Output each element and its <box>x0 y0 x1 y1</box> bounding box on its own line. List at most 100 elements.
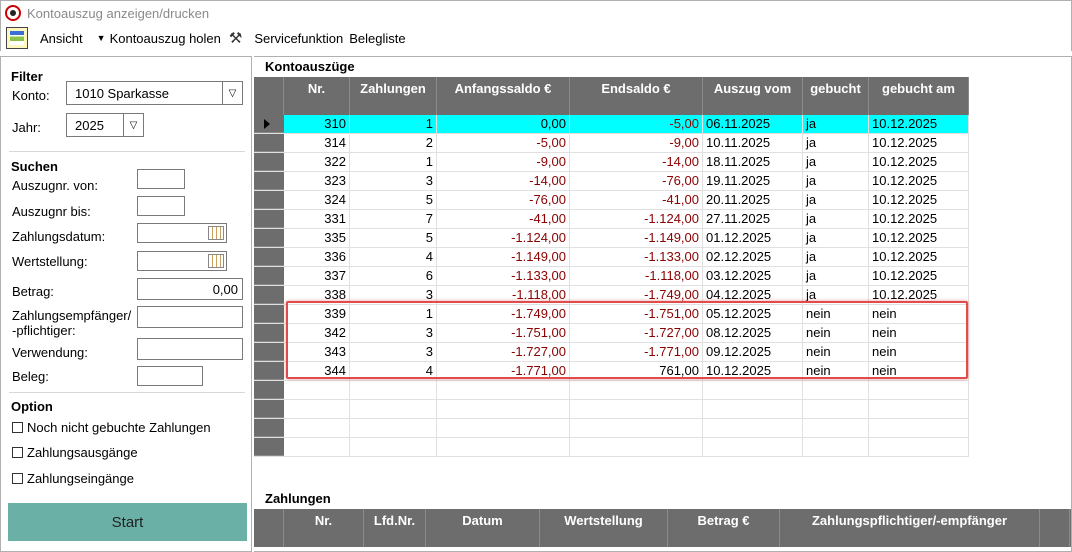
row-indicator[interactable] <box>254 419 284 437</box>
col-zahlungen[interactable]: Zahlungen <box>350 77 437 115</box>
menu-ansicht[interactable]: Ansicht <box>34 31 89 46</box>
row-indicator[interactable] <box>254 229 284 247</box>
col-auszug-vom[interactable]: Auszug vom <box>703 77 803 115</box>
table-cell: -76,00 <box>570 172 703 190</box>
row-indicator[interactable] <box>254 286 284 304</box>
tools-icon[interactable]: ⚒ <box>229 29 242 47</box>
row-indicator[interactable] <box>254 305 284 323</box>
row-indicator[interactable] <box>254 267 284 285</box>
zahlungen-title: Zahlungen <box>265 491 331 506</box>
noch-nicht-gebuchte-checkbox[interactable]: Noch nicht gebuchte Zahlungen <box>12 420 211 435</box>
kontoauszuege-title: Kontoauszüge <box>265 59 355 74</box>
col-gebucht[interactable]: gebucht <box>803 77 869 115</box>
auszugnr-von-input[interactable] <box>137 169 185 189</box>
verwendung-input[interactable] <box>137 338 243 360</box>
col-gebucht-am[interactable]: gebucht am <box>869 77 969 115</box>
table-row[interactable]: 310 1 0,00 -5,00 06.11.2025 ja 10.12.2025 <box>254 115 969 134</box>
table-cell: -9,00 <box>437 153 570 171</box>
checkbox-icon[interactable] <box>12 473 23 484</box>
table-row[interactable]: 331 7 -41,00 -1.124,00 27.11.2025 ja 10.12.202… <box>254 210 969 229</box>
checkbox-label: Zahlungseingänge <box>27 471 134 486</box>
table-cell: 10.12.2025 <box>869 248 969 266</box>
view-grid-icon[interactable] <box>6 27 28 49</box>
col-betrag[interactable]: Betrag € <box>668 509 780 547</box>
table-row[interactable]: 323 3 -14,00 -76,00 19.11.2025 ja 10.12.2025 <box>254 172 969 191</box>
checkbox-label: Noch nicht gebuchte Zahlungen <box>27 420 211 435</box>
row-selector-icon[interactable] <box>254 115 284 133</box>
table-row <box>254 419 969 438</box>
filter-title: Filter <box>11 69 43 84</box>
col-nr[interactable]: Nr. <box>284 509 364 547</box>
row-indicator[interactable] <box>254 438 284 456</box>
row-indicator[interactable] <box>254 248 284 266</box>
table-cell <box>803 381 869 399</box>
calendar-icon[interactable] <box>208 254 224 268</box>
table-row[interactable]: 324 5 -76,00 -41,00 20.11.2025 ja 10.12.2025 <box>254 191 969 210</box>
grid-header: Nr. Zahlungen Anfangssaldo € Endsaldo € … <box>254 77 969 115</box>
table-cell: 336 <box>284 248 350 266</box>
auszugnr-bis-input[interactable] <box>137 196 185 216</box>
kontoauszuege-grid: Nr. Zahlungen Anfangssaldo € Endsaldo € … <box>254 77 969 457</box>
table-cell: 322 <box>284 153 350 171</box>
col-wertstellung[interactable]: Wertstellung <box>540 509 668 547</box>
table-cell: 10.12.2025 <box>869 229 969 247</box>
row-indicator[interactable] <box>254 400 284 418</box>
row-indicator[interactable] <box>254 210 284 228</box>
table-cell: 03.12.2025 <box>703 267 803 285</box>
chevron-down-icon[interactable]: ▼ <box>97 33 106 43</box>
table-cell: ja <box>803 229 869 247</box>
table-cell <box>350 438 437 456</box>
menu-servicefunktion[interactable]: Servicefunktion <box>248 31 349 46</box>
chevron-down-icon[interactable]: ▽ <box>222 82 242 104</box>
wertstellung-input[interactable] <box>137 251 227 271</box>
row-indicator[interactable] <box>254 381 284 399</box>
calendar-icon[interactable] <box>208 226 224 240</box>
zahlungsdatum-input[interactable] <box>137 223 227 243</box>
col-nr[interactable]: Nr. <box>284 77 350 115</box>
zahlungsausgaenge-checkbox[interactable]: Zahlungsausgänge <box>12 445 138 460</box>
col-anfangssaldo[interactable]: Anfangssaldo € <box>437 77 570 115</box>
row-indicator[interactable] <box>254 324 284 342</box>
row-indicator[interactable] <box>254 153 284 171</box>
table-cell <box>350 381 437 399</box>
table-cell <box>437 438 570 456</box>
table-row[interactable]: 335 5 -1.124,00 -1.149,00 01.12.2025 ja 10.12.… <box>254 229 969 248</box>
empfaenger-input[interactable] <box>137 306 243 328</box>
table-cell: 314 <box>284 134 350 152</box>
table-cell: 5 <box>350 229 437 247</box>
checkbox-label: Zahlungsausgänge <box>27 445 138 460</box>
table-cell: 10.12.2025 <box>869 210 969 228</box>
menu-belegliste[interactable]: Belegliste <box>349 31 411 46</box>
table-cell <box>350 419 437 437</box>
col-datum[interactable]: Datum <box>426 509 540 547</box>
checkbox-icon[interactable] <box>12 422 23 433</box>
col-lfd-nr[interactable]: Lfd.Nr. <box>364 509 426 547</box>
row-indicator[interactable] <box>254 343 284 361</box>
table-cell <box>350 400 437 418</box>
table-cell: 5 <box>350 191 437 209</box>
table-cell: -1.133,00 <box>570 248 703 266</box>
betrag-input[interactable]: 0,00 <box>137 278 243 300</box>
table-cell: 2 <box>350 134 437 152</box>
table-row[interactable]: 337 6 -1.133,00 -1.118,00 03.12.2025 ja 10.12.… <box>254 267 969 286</box>
menu-kontoauszug-holen[interactable]: Kontoauszug holen <box>110 31 227 46</box>
table-row[interactable]: 322 1 -9,00 -14,00 18.11.2025 ja 10.12.2025 <box>254 153 969 172</box>
row-indicator[interactable] <box>254 172 284 190</box>
chevron-down-icon[interactable]: ▽ <box>123 114 143 136</box>
table-cell <box>703 419 803 437</box>
row-indicator[interactable] <box>254 191 284 209</box>
row-indicator[interactable] <box>254 362 284 380</box>
start-button[interactable]: Start <box>8 503 247 541</box>
table-cell: ja <box>803 134 869 152</box>
jahr-select[interactable]: 2025 ▽ <box>66 113 144 137</box>
table-row[interactable]: 314 2 -5,00 -9,00 10.11.2025 ja 10.12.2025 <box>254 134 969 153</box>
table-row[interactable]: 336 4 -1.149,00 -1.133,00 02.12.2025 ja 10.12.… <box>254 248 969 267</box>
col-empfaenger[interactable]: Zahlungspflichtiger/-empfänger <box>780 509 1040 547</box>
konto-select[interactable]: 1010 Sparkasse ▽ <box>66 81 243 105</box>
zahlungseingaenge-checkbox[interactable]: Zahlungseingänge <box>12 471 134 486</box>
beleg-input[interactable] <box>137 366 203 386</box>
col-endsaldo[interactable]: Endsaldo € <box>570 77 703 115</box>
row-indicator[interactable] <box>254 134 284 152</box>
table-cell: -1.133,00 <box>437 267 570 285</box>
checkbox-icon[interactable] <box>12 447 23 458</box>
